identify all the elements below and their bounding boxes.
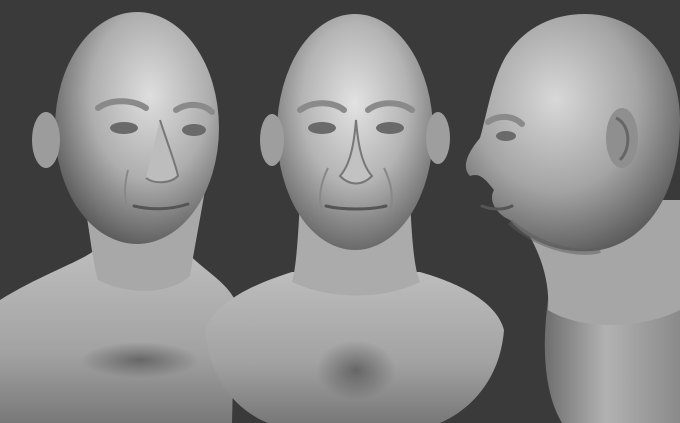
eye-center-left [308, 122, 336, 134]
eye-left-b [182, 124, 206, 136]
ear-left [32, 112, 60, 168]
eye-right [496, 131, 516, 141]
ear-center-right [426, 112, 450, 164]
sternum-shadow [316, 340, 396, 400]
sculpt-render-scene [0, 0, 680, 423]
ear-center-left [260, 114, 284, 166]
eye-left-a [110, 122, 138, 134]
sculpt-render [0, 0, 680, 423]
eye-center-right [376, 122, 404, 134]
collarbone-shadow-left [80, 342, 200, 378]
